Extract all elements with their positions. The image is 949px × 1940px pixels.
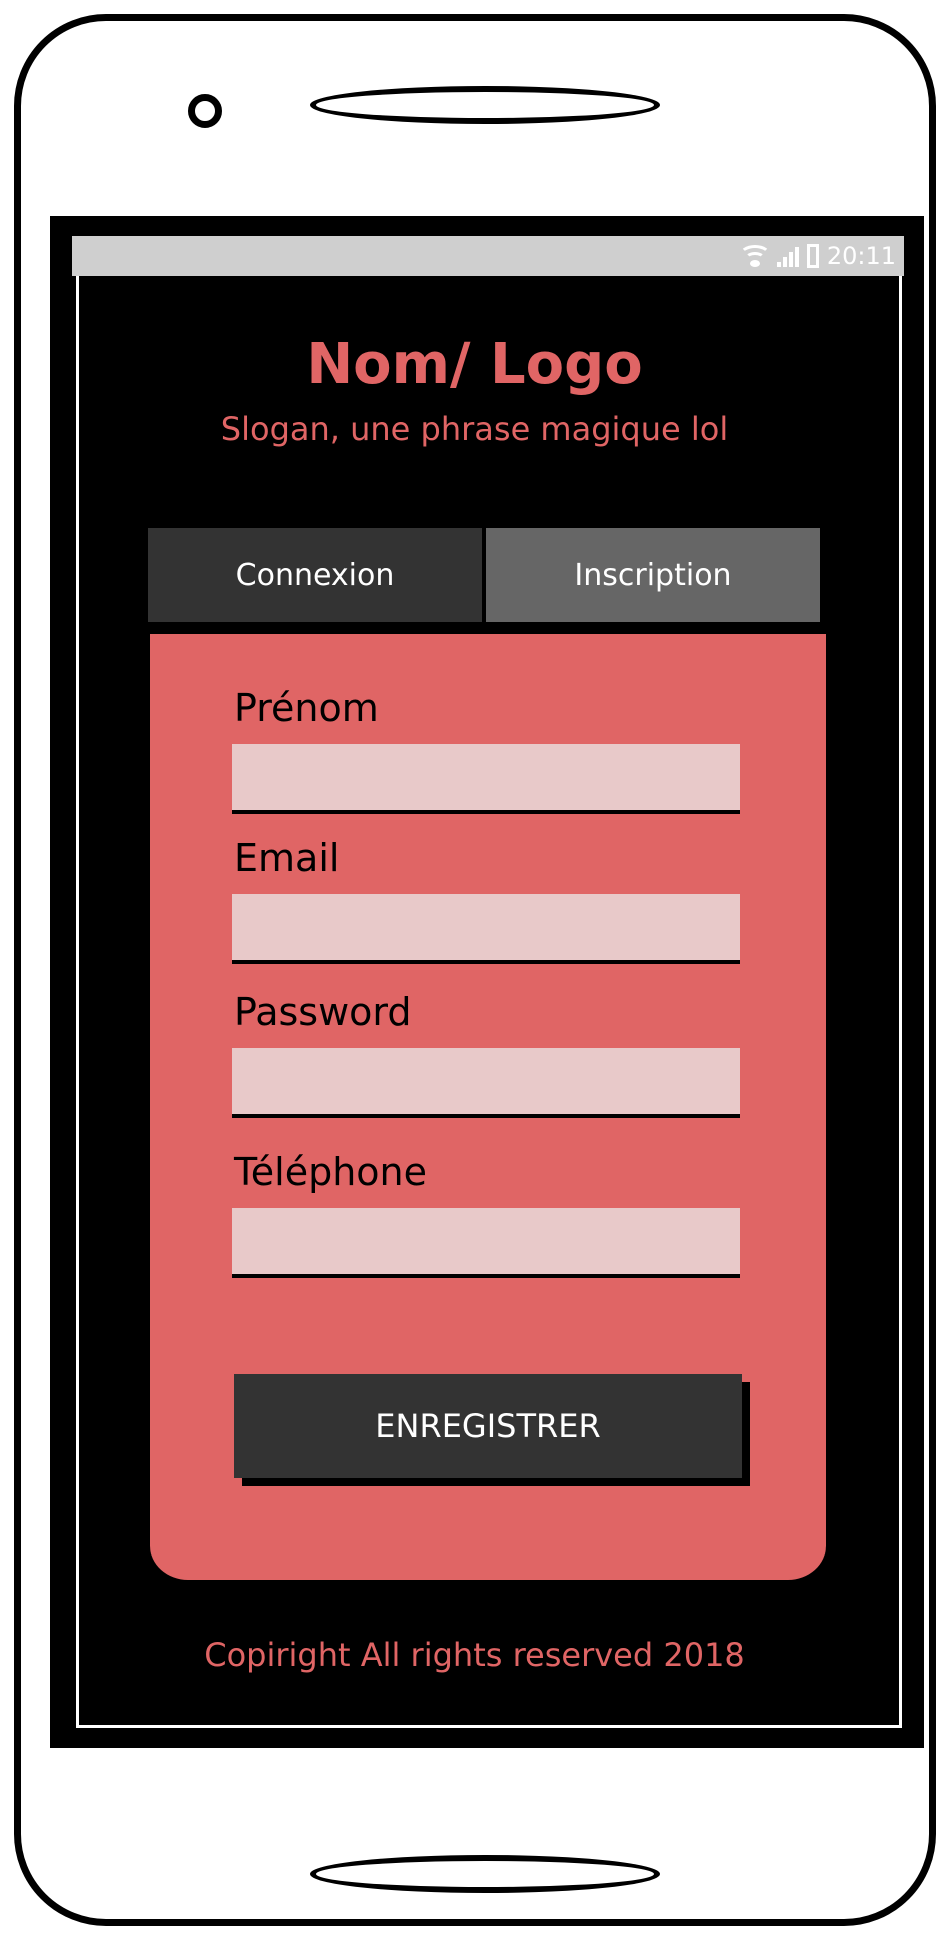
speaker-bottom bbox=[310, 1855, 660, 1893]
tab-connexion[interactable]: Connexion bbox=[148, 528, 482, 622]
register-button[interactable]: ENREGISTRER bbox=[234, 1374, 742, 1478]
phone-field[interactable] bbox=[232, 1208, 740, 1278]
password-label: Password bbox=[234, 990, 412, 1034]
battery-icon bbox=[806, 244, 819, 268]
speaker-top bbox=[310, 86, 660, 124]
firstname-label: Prénom bbox=[234, 686, 379, 730]
status-time: 20:11 bbox=[826, 242, 896, 270]
brand-slogan: Slogan, une phrase magique lol bbox=[220, 410, 729, 448]
password-field[interactable] bbox=[232, 1048, 740, 1118]
firstname-field[interactable] bbox=[232, 744, 740, 814]
phone-label: Téléphone bbox=[234, 1150, 427, 1194]
footer-copyright: Copiright All rights reserved 2018 bbox=[204, 1636, 745, 1674]
camera-icon bbox=[188, 94, 222, 128]
signal-icon bbox=[776, 245, 799, 267]
email-field[interactable] bbox=[232, 894, 740, 964]
brand-title: Nom/ Logo bbox=[306, 332, 643, 397]
email-label: Email bbox=[234, 836, 340, 880]
tab-inscription[interactable]: Inscription bbox=[486, 528, 820, 622]
wifi-icon bbox=[738, 245, 771, 267]
status-bar: 20:11 bbox=[72, 236, 904, 276]
